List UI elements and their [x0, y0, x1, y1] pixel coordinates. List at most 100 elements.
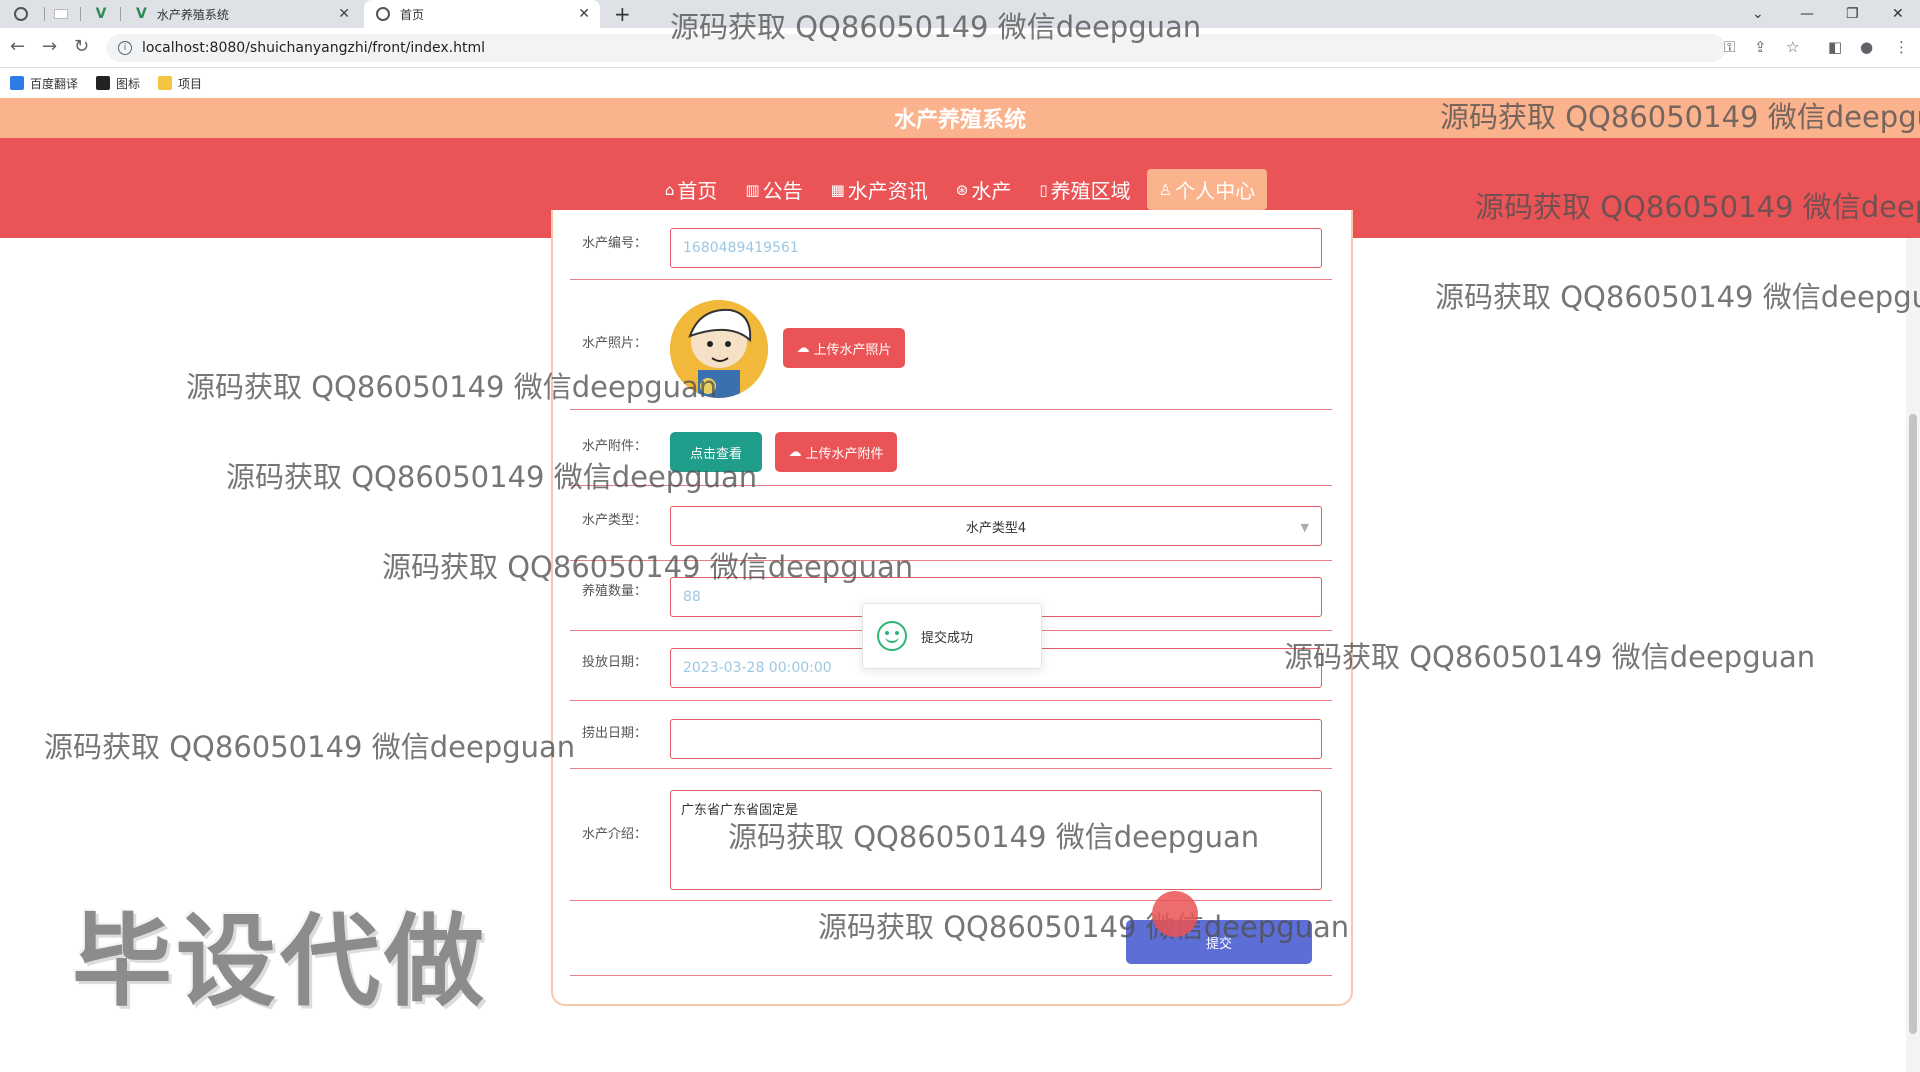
cloud-upload-icon: ☁: [788, 444, 802, 460]
tab-home[interactable]: 首页 ✕: [364, 0, 600, 28]
notice-icon: ▥: [745, 180, 760, 199]
globe-icon: [14, 7, 28, 21]
close-tab-icon[interactable]: ✕: [338, 6, 350, 22]
share-icon[interactable]: ⇪: [1754, 38, 1767, 56]
attachment-label: 水产附件：: [582, 439, 648, 454]
nav-news[interactable]: ▦ 水产资讯: [819, 169, 940, 210]
user-icon: ♙: [1158, 180, 1173, 199]
catch-date-input[interactable]: [670, 719, 1322, 759]
profile-icon[interactable]: ●: [1860, 38, 1873, 56]
upload-attachment-button[interactable]: ☁ 上传水产附件: [775, 432, 897, 472]
site-title: 水产养殖系统: [893, 108, 1026, 133]
release-date-label: 投放日期：: [582, 655, 648, 670]
code-value: 1680489419561: [683, 240, 799, 256]
scrollbar-thumb[interactable]: [1909, 414, 1917, 1034]
dropdown-arrow-icon: ▼: [1300, 521, 1309, 534]
watermark-text: 源码获取 QQ86050149 微信deepguan: [44, 730, 576, 764]
toast-message: 提交成功: [921, 630, 974, 646]
folder-icon: [158, 76, 173, 90]
bookmark-label: 图标: [116, 76, 141, 91]
grid-icon: ▦: [830, 180, 845, 199]
pinned-tab-globe[interactable]: [8, 0, 44, 28]
reload-icon[interactable]: ↻: [74, 36, 89, 57]
row-divider: [570, 700, 1332, 701]
tab-title: 水产养殖系统: [156, 7, 229, 22]
forward-icon[interactable]: →: [42, 36, 57, 57]
smile-icon: [877, 621, 907, 651]
translate-icon: [10, 76, 24, 90]
watermark-text: 源码获取 QQ86050149 微信deepguan: [818, 910, 1350, 944]
nav-aquatic[interactable]: ⊛ 水产: [944, 169, 1024, 210]
nav-notice[interactable]: ▥ 公告: [733, 169, 814, 210]
home-icon: ⌂: [664, 180, 675, 199]
nav-personal-center[interactable]: ♙ 个人中心: [1146, 169, 1268, 210]
success-toast: 提交成功: [862, 603, 1042, 669]
bookmark-label: 项目: [178, 76, 203, 91]
bookmark-item[interactable]: 项目: [158, 75, 202, 92]
close-window-button[interactable]: ✕: [1892, 0, 1904, 28]
bookmark-star-icon[interactable]: ☆: [1786, 38, 1799, 56]
quantity-value: 88: [683, 589, 701, 605]
url-text: localhost:8080/shuichanyangzhi/front/ind…: [142, 40, 485, 56]
watermark-text: 源码获取 QQ86050149 微信deepguan: [1435, 280, 1920, 314]
site-info-icon[interactable]: i: [118, 41, 132, 55]
tab-separator: [44, 7, 45, 21]
tab-separator: [80, 7, 81, 21]
photo-label: 水产照片：: [582, 336, 648, 351]
watermark-text: 源码获取 QQ86050149 微信deepguan: [1284, 640, 1816, 674]
pinned-tab-vue[interactable]: V: [86, 0, 116, 28]
row-divider: [570, 768, 1332, 769]
cloud-upload-icon: ☁: [796, 340, 810, 356]
menu-icon[interactable]: ⋮: [1894, 38, 1909, 56]
watermark-text: 源码获取 QQ86050149 微信deepguan: [226, 460, 758, 494]
catch-date-label: 捞出日期：: [582, 726, 648, 741]
nav-label: 公告: [762, 179, 803, 203]
pinned-tab-blank[interactable]: [46, 0, 76, 28]
type-label: 水产类型：: [582, 513, 648, 528]
button-label: 上传水产照片: [813, 342, 892, 358]
area-icon: ▯: [1039, 180, 1048, 199]
nav-label: 个人中心: [1175, 179, 1256, 203]
code-label: 水产编号：: [582, 236, 648, 251]
type-selected-value: 水产类型4: [965, 520, 1027, 536]
nav-home[interactable]: ⌂ 首页: [653, 169, 730, 210]
cursor-indicator: [1152, 891, 1198, 937]
row-divider: [570, 975, 1332, 976]
close-tab-icon[interactable]: ✕: [578, 6, 590, 22]
blank-page-icon: [54, 9, 68, 19]
release-date-value: 2023-03-28 00:00:00: [683, 660, 832, 676]
nav-label: 水产资讯: [847, 179, 928, 203]
page-scrollbar[interactable]: [1906, 238, 1920, 1072]
watermark-text: 源码获取 QQ86050149 微信deepguan: [186, 370, 718, 404]
vue-logo-icon: V: [136, 6, 147, 22]
vue-logo-icon: V: [95, 6, 107, 22]
key-icon[interactable]: ⚿: [1724, 38, 1735, 56]
side-panel-icon[interactable]: ◧: [1828, 38, 1842, 56]
tab-search-icon[interactable]: ⌄: [1752, 0, 1764, 28]
watermark-text: 源码获取 QQ86050149 微信deepguan: [728, 820, 1260, 854]
globe-icon: [376, 7, 390, 21]
tab-title: 首页: [400, 7, 425, 22]
watermark-text: 源码获取 QQ86050149 微信deepguan: [670, 10, 1202, 44]
tab-system[interactable]: V 水产养殖系统 ✕: [124, 0, 360, 28]
nav-breeding-area[interactable]: ▯ 养殖区域: [1027, 169, 1142, 210]
new-tab-button[interactable]: +: [614, 2, 631, 26]
fish-icon: ⊛: [955, 180, 969, 199]
bookmark-label: 百度翻译: [30, 76, 79, 91]
restore-button[interactable]: ❐: [1846, 0, 1859, 28]
bookmark-item[interactable]: 图标: [96, 75, 140, 92]
minimize-button[interactable]: —: [1800, 0, 1814, 28]
nav-label: 养殖区域: [1050, 179, 1131, 203]
back-icon[interactable]: ←: [10, 36, 25, 57]
banner-text: 毕设代做: [72, 903, 488, 1020]
code-input[interactable]: 1680489419561: [670, 228, 1322, 268]
row-divider: [570, 279, 1332, 280]
intro-label: 水产介绍：: [582, 827, 648, 842]
button-label: 上传水产附件: [805, 446, 884, 462]
bookmark-item[interactable]: 百度翻译: [10, 75, 78, 92]
nav-label: 水产: [971, 179, 1012, 203]
upload-photo-button[interactable]: ☁ 上传水产照片: [783, 328, 905, 368]
watermark-text: 源码获取 QQ86050149 微信deepguan: [1475, 190, 1920, 224]
type-select[interactable]: 水产类型4 ▼: [670, 506, 1322, 546]
row-divider: [570, 409, 1332, 410]
